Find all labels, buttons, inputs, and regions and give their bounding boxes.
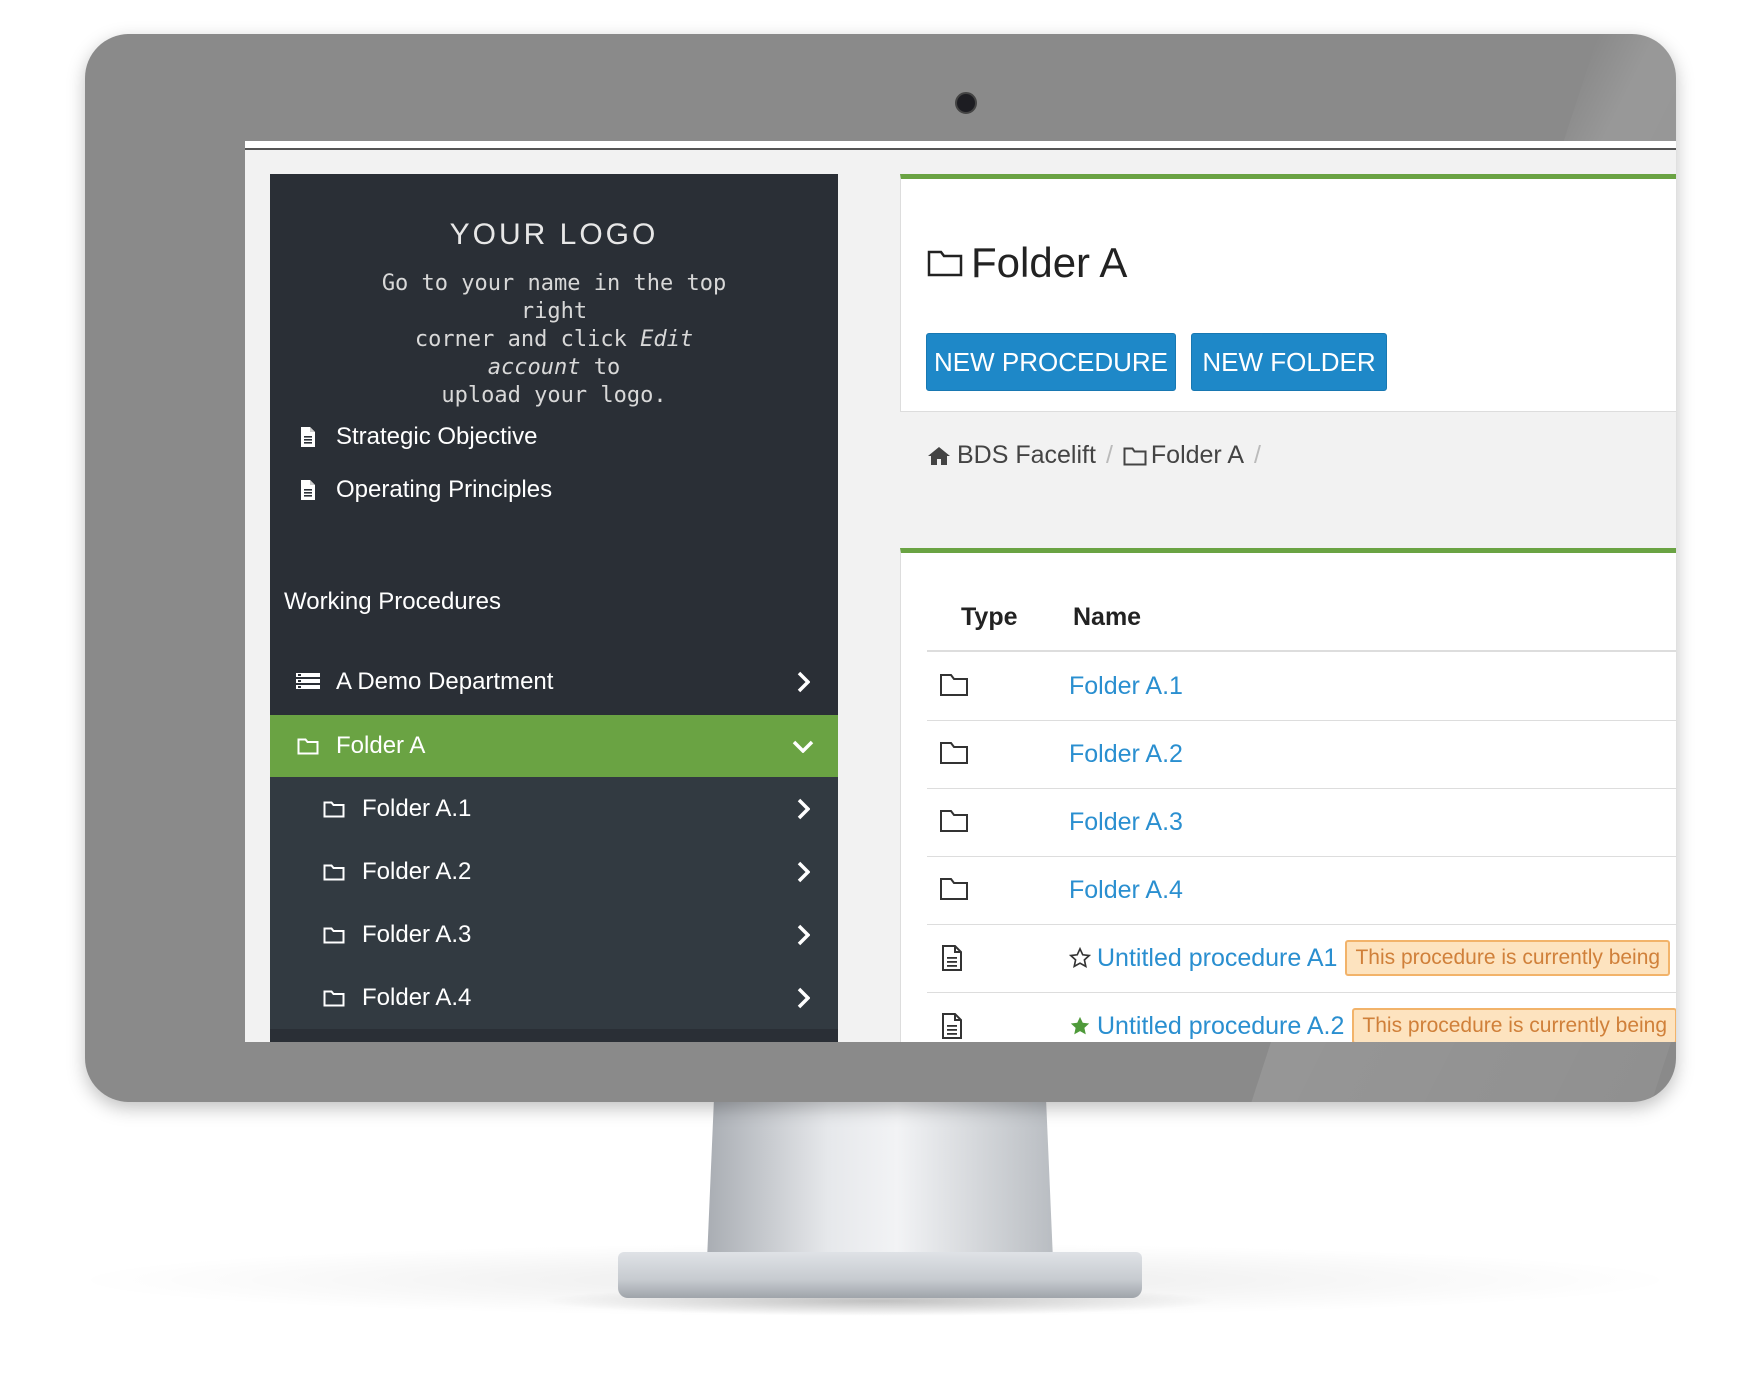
- breadcrumb-separator: /: [1254, 441, 1261, 469]
- logo-line-2-pre: corner and click: [414, 327, 641, 352]
- chevron-down-icon[interactable]: [792, 735, 814, 757]
- folder-header-panel: Folder A NEW PROCEDURE NEW FOLDER: [900, 174, 1676, 412]
- folder-icon: [322, 860, 346, 884]
- logo-line-2: corner and click Edit account to: [374, 326, 734, 382]
- sidebar-item-department[interactable]: A Demo Department: [270, 652, 838, 712]
- breadcrumb-home[interactable]: BDS Facelift: [957, 441, 1096, 470]
- sidebar-item-label: Operating Principles: [336, 476, 553, 503]
- sidebar-item-label: Folder A.4: [362, 983, 472, 1011]
- page-title-text: Folder A: [971, 239, 1128, 286]
- folder-link[interactable]: Folder A.3: [1069, 788, 1183, 856]
- folder-icon: [939, 672, 969, 703]
- sidebar-item-label: A Demo Department: [336, 668, 554, 695]
- monitor-stand-neck: [707, 1100, 1053, 1260]
- document-icon: [939, 944, 965, 977]
- procedure-name: Untitled procedure A.2: [1097, 1011, 1345, 1040]
- chevron-right-icon[interactable]: [792, 924, 814, 946]
- folder-link[interactable]: Folder A.2: [1069, 720, 1183, 788]
- logo-line-2-post: to: [580, 355, 621, 380]
- document-icon: [296, 425, 320, 449]
- page-title: Folder A: [927, 239, 1127, 287]
- status-badge: This procedure is currently being: [1352, 1008, 1676, 1042]
- procedure-link[interactable]: Untitled procedure A.2 This procedure is…: [1069, 992, 1676, 1042]
- column-header-name[interactable]: Name: [1073, 603, 1141, 632]
- folder-link[interactable]: Folder A.4: [1069, 856, 1183, 924]
- sidebar-section-working-procedures: Working Procedures: [284, 588, 501, 615]
- contents-table-panel: Type Name Folder A.1 Folder A.2 Folder A…: [900, 548, 1676, 1042]
- folder-icon: [1123, 447, 1147, 465]
- status-badge: This procedure is currently being: [1345, 940, 1671, 976]
- procedure-link[interactable]: Untitled procedure A1 This procedure is …: [1069, 924, 1671, 992]
- chevron-right-icon[interactable]: [792, 798, 814, 820]
- monitor-frame: YOUR LOGO Go to your name in the top rig…: [85, 34, 1676, 1102]
- logo-line-1: Go to your name in the top right: [381, 271, 727, 324]
- folder-icon: [322, 986, 346, 1010]
- breadcrumb: BDS Facelift / Folder A /: [927, 441, 1271, 470]
- new-procedure-button[interactable]: NEW PROCEDURE: [926, 333, 1176, 391]
- logo-title: YOUR LOGO: [449, 218, 659, 251]
- table-row: Folder A.2: [927, 720, 1676, 789]
- sidebar-item-label: Folder A.3: [362, 920, 472, 948]
- monitor-stand-base: [618, 1252, 1142, 1298]
- procedure-name: Untitled procedure A1: [1097, 943, 1338, 972]
- sidebar-item-folder-a2[interactable]: Folder A.2: [270, 840, 838, 903]
- sidebar-item-label: Folder A: [336, 732, 426, 759]
- logo-line-3: upload your logo.: [441, 383, 667, 408]
- table-row: Folder A.4: [927, 856, 1676, 925]
- sidebar-item-operating-principles[interactable]: Operating Principles: [270, 460, 838, 520]
- chevron-right-icon[interactable]: [792, 861, 814, 883]
- sidebar-item-label: Strategic Objective: [336, 423, 538, 450]
- sidebar-item-folder-a4[interactable]: Folder A.4: [270, 966, 838, 1029]
- sidebar-item-label: Folder A.1: [362, 794, 472, 822]
- screen: YOUR LOGO Go to your name in the top rig…: [245, 141, 1676, 1042]
- document-icon: [939, 1012, 965, 1042]
- folder-icon: [322, 923, 346, 947]
- folder-icon: [939, 740, 969, 771]
- folder-icon: [939, 808, 969, 839]
- chevron-right-icon[interactable]: [792, 671, 814, 693]
- sidebar-item-label: Folder A.2: [362, 857, 472, 885]
- table-row: Folder A.1: [927, 652, 1676, 721]
- breadcrumb-separator: /: [1105, 441, 1113, 469]
- star-filled-icon[interactable]: [1069, 1015, 1091, 1037]
- new-folder-button[interactable]: NEW FOLDER: [1191, 333, 1387, 391]
- folder-link[interactable]: Folder A.1: [1069, 652, 1183, 720]
- folder-icon: [939, 876, 969, 907]
- folder-icon: [927, 250, 963, 277]
- breadcrumb-folder[interactable]: Folder A: [1151, 441, 1244, 470]
- camera-icon: [955, 92, 977, 114]
- sidebar-item-folder-a1[interactable]: Folder A.1: [270, 777, 838, 840]
- table-row: Untitled procedure A1 This procedure is …: [927, 924, 1676, 993]
- folder-icon: [322, 797, 346, 821]
- home-icon: [928, 446, 950, 465]
- sidebar-item-folder-a[interactable]: Folder A: [270, 715, 838, 777]
- sidebar-item-strategic-objective[interactable]: Strategic Objective: [270, 407, 838, 467]
- screen-top-bar: [245, 141, 1676, 150]
- star-outline-icon[interactable]: [1069, 947, 1091, 969]
- folder-icon: [296, 734, 320, 758]
- column-header-type[interactable]: Type: [961, 603, 1018, 632]
- sidebar: YOUR LOGO Go to your name in the top rig…: [270, 174, 838, 1042]
- logo-instructions: Go to your name in the top right corner …: [374, 270, 734, 410]
- sidebar-item-folder-a3[interactable]: Folder A.3: [270, 903, 838, 966]
- table-row: Untitled procedure A.2 This procedure is…: [927, 992, 1676, 1042]
- department-icon: [296, 670, 320, 694]
- table-row: Folder A.3: [927, 788, 1676, 857]
- chevron-right-icon[interactable]: [792, 987, 814, 1009]
- document-icon: [296, 478, 320, 502]
